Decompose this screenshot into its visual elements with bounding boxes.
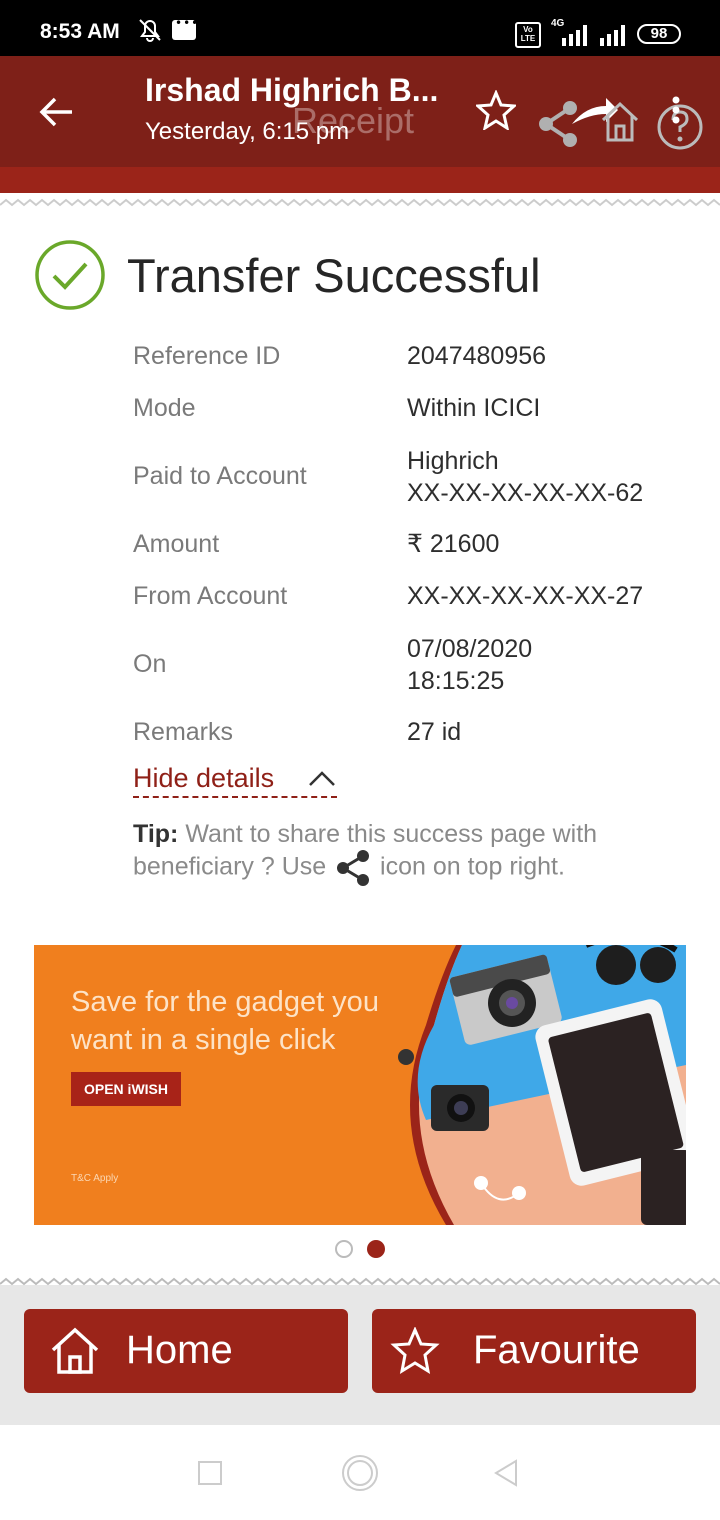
home-icon[interactable] <box>600 100 640 144</box>
detail-value: 07/08/2020 <box>407 635 533 663</box>
back-arrow-icon[interactable] <box>36 92 76 132</box>
carousel-dot-active[interactable] <box>367 1240 385 1258</box>
favourite-button-label: Favourite <box>473 1328 640 1372</box>
share-tip: Tip: Want to share this success page wit… <box>133 818 653 886</box>
hide-details-label: Hide details <box>133 763 275 793</box>
message-icon <box>172 16 199 40</box>
detail-value: 2047480956 <box>407 342 547 370</box>
signal-icon-2 <box>600 25 625 46</box>
open-iwish-button[interactable]: OPEN iWISH <box>71 1072 181 1106</box>
detail-label: Mode <box>133 394 196 422</box>
carousel-dot[interactable] <box>335 1240 353 1258</box>
hide-details-link[interactable]: Hide details <box>133 763 337 798</box>
signal-icon <box>562 25 587 46</box>
status-bar: 8:53 AM Vo LTE 4G 98 <box>0 0 720 56</box>
back-nav-icon[interactable] <box>492 1458 520 1488</box>
star-icon <box>390 1327 440 1375</box>
page-subtitle: Yesterday, 6:15 pm <box>145 118 350 145</box>
detail-value: 27 id <box>407 718 462 746</box>
tip-label: Tip: <box>133 820 179 848</box>
detail-value: XX-XX-XX-XX-XX-62 <box>407 479 644 507</box>
detail-label: Amount <box>133 530 220 558</box>
zigzag-divider-top <box>0 198 720 207</box>
header-strip <box>0 167 720 193</box>
detail-label: Reference ID <box>133 342 281 370</box>
success-check-icon <box>35 240 105 310</box>
detail-label: Paid to Account <box>133 462 307 490</box>
home-button-label: Home <box>126 1328 233 1372</box>
chevron-up-icon <box>309 771 335 786</box>
volte-icon: Vo LTE <box>515 22 541 48</box>
help-icon[interactable] <box>656 96 706 152</box>
star-icon[interactable] <box>476 90 516 130</box>
promo-banner[interactable]: Save for the gadget you want in a single… <box>34 945 686 1225</box>
detail-value: 18:15:25 <box>407 667 505 695</box>
zigzag-divider-bottom <box>0 1277 720 1286</box>
battery-indicator: 98 <box>637 24 681 44</box>
banner-terms: T&C Apply <box>71 1173 119 1184</box>
gadgets-illustration <box>398 945 686 1225</box>
detail-value: XX-XX-XX-XX-XX-27 <box>407 582 644 610</box>
banner-headline: Save for the gadget you want in a single… <box>71 986 379 1056</box>
detail-value: Highrich <box>407 447 499 475</box>
detail-label: From Account <box>133 582 288 610</box>
bell-muted-icon <box>139 19 161 42</box>
detail-value: ₹ 21600 <box>407 530 500 558</box>
tip-text-end: icon on top right. <box>373 852 565 881</box>
home-icon <box>51 1327 99 1374</box>
transfer-status-title: Transfer Successful <box>127 249 541 302</box>
detail-label: On <box>133 650 167 678</box>
system-nav-bar <box>0 1425 720 1520</box>
detail-label: Remarks <box>133 718 234 746</box>
share-icon <box>337 850 370 886</box>
favourite-button[interactable]: Favourite <box>372 1309 696 1393</box>
status-time: 8:53 AM <box>40 20 120 43</box>
home-nav-icon[interactable] <box>340 1453 380 1493</box>
recent-apps-icon[interactable] <box>197 1460 223 1486</box>
detail-value: Within ICICI <box>407 394 541 422</box>
home-button[interactable]: Home <box>24 1309 348 1393</box>
